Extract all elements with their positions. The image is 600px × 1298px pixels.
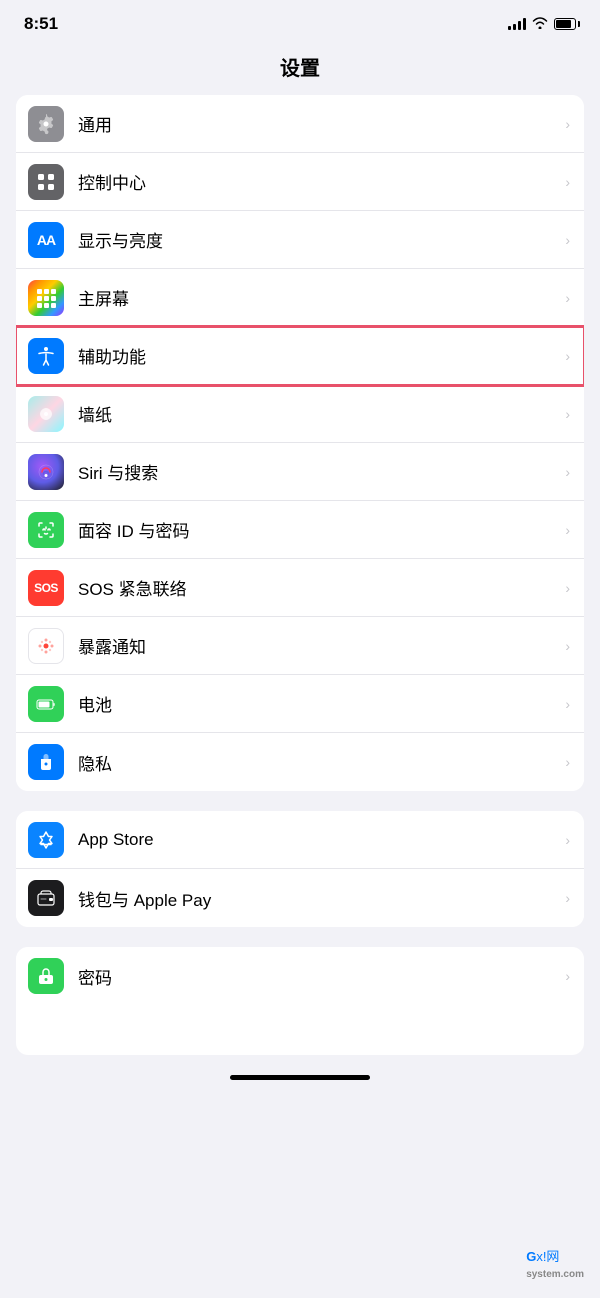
control-center-label: 控制中心 [78,169,559,194]
faceid-chevron: › [565,522,570,538]
status-time: 8:51 [24,14,58,34]
password-icon [28,958,64,994]
row-faceid[interactable]: 面容 ID 与密码 › [16,501,584,559]
general-chevron: › [565,116,570,132]
password-label: 密码 [78,964,559,989]
wallpaper-chevron: › [565,406,570,422]
status-bar: 8:51 [0,0,600,42]
battery-icon [554,18,576,30]
battery-chevron: › [565,696,570,712]
status-icons [508,16,576,32]
row-wallet[interactable]: 钱包与 Apple Pay › [16,869,584,927]
row-appstore[interactable]: App Store › [16,811,584,869]
row-exposure[interactable]: 暴露通知 › [16,617,584,675]
general-icon [28,106,64,142]
watermark-text: G [526,1249,536,1264]
privacy-chevron: › [565,754,570,770]
privacy-label: 隐私 [78,750,559,775]
wallpaper-icon [28,396,64,432]
row-sos[interactable]: SOS SOS 紧急联络 › [16,559,584,617]
settings-section-2: App Store › 钱包与 Apple Pay › [16,811,584,927]
signal-icon [508,18,526,30]
wifi-icon [532,16,548,32]
row-battery[interactable]: 电池 › [16,675,584,733]
sos-icon: SOS [28,570,64,606]
wallpaper-label: 墙纸 [78,401,559,426]
row-home-screen[interactable]: 主屏幕 › [16,269,584,327]
exposure-chevron: › [565,638,570,654]
battery-row-icon [28,686,64,722]
home-screen-label: 主屏幕 [78,285,559,310]
display-chevron: › [565,232,570,248]
appstore-chevron: › [565,832,570,848]
accessibility-label: 辅助功能 [78,343,559,368]
row-control-center[interactable]: 控制中心 › [16,153,584,211]
accessibility-chevron: › [565,348,570,364]
sos-label: SOS 紧急联络 [78,575,559,600]
siri-chevron: › [565,464,570,480]
siri-label: Siri 与搜索 [78,459,559,484]
page-title: 设置 [0,42,600,95]
home-screen-icon [28,280,64,316]
appstore-label: App Store [78,830,559,850]
wallet-label: 钱包与 Apple Pay [78,886,559,911]
accessibility-icon [28,338,64,374]
watermark: Gx!网 system.com [526,1246,584,1280]
sos-chevron: › [565,580,570,596]
siri-icon [28,454,64,490]
general-label: 通用 [78,111,559,136]
settings-section-3: 密码 › [16,947,584,1055]
privacy-icon [28,744,64,780]
settings-section-1: 通用 › 控制中心 › AA 显示与亮度 › [16,95,584,791]
watermark-domain: system.com [526,1269,584,1280]
control-center-icon [28,164,64,200]
row-general[interactable]: 通用 › [16,95,584,153]
row-display[interactable]: AA 显示与亮度 › [16,211,584,269]
faceid-label: 面容 ID 与密码 [78,517,559,542]
exposure-icon [28,628,64,664]
display-icon: AA [28,222,64,258]
row-privacy[interactable]: 隐私 › [16,733,584,791]
battery-label: 电池 [78,691,559,716]
appstore-icon [28,822,64,858]
wallet-icon [28,880,64,916]
password-chevron: › [565,968,570,984]
display-label: 显示与亮度 [78,227,559,252]
home-indicator [230,1075,370,1080]
faceid-icon [28,512,64,548]
exposure-label: 暴露通知 [78,633,559,658]
wallet-chevron: › [565,890,570,906]
row-accessibility[interactable]: 辅助功能 › [16,327,584,385]
row-siri[interactable]: Siri 与搜索 › [16,443,584,501]
row-password[interactable]: 密码 › [16,947,584,1005]
control-center-chevron: › [565,174,570,190]
row-wallpaper[interactable]: 墙纸 › [16,385,584,443]
home-screen-chevron: › [565,290,570,306]
